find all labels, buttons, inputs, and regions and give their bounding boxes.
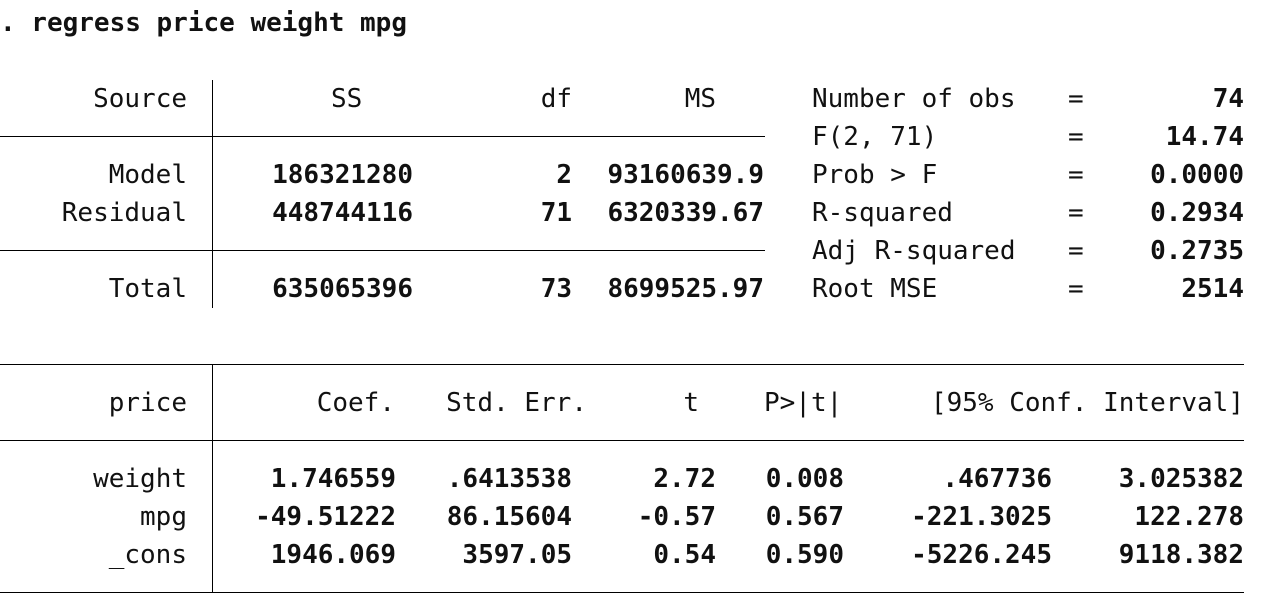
- coef-var: mpg: [140, 502, 187, 532]
- anova-ss: 186321280: [272, 160, 413, 190]
- anova-ss: 448744116: [272, 198, 413, 228]
- coef-p: 0.008: [765, 464, 844, 494]
- coef-header-coef: Coef.: [316, 388, 395, 418]
- stat-equals: =: [1068, 198, 1084, 228]
- anova-vertical-rule: [212, 80, 213, 308]
- coef-value: -49.51222: [255, 502, 396, 532]
- anova-header-ss: SS: [331, 84, 363, 114]
- anova-header-df: df: [540, 84, 572, 114]
- stat-label: Number of obs: [812, 84, 1016, 114]
- stat-label: F(2, 71): [812, 122, 938, 152]
- coef-ci-high: 122.278: [1134, 502, 1244, 532]
- stat-value: 0.2735: [1150, 236, 1244, 266]
- coef-var: weight: [93, 464, 187, 494]
- stat-value: 0.0000: [1150, 160, 1244, 190]
- coef-ci-low: -221.3025: [911, 502, 1052, 532]
- stat-label: Adj R-squared: [812, 236, 1016, 266]
- anova-source: Total: [108, 274, 187, 304]
- stat-equals: =: [1068, 160, 1084, 190]
- anova-header-ms: MS: [684, 84, 716, 114]
- stat-value: 74: [1212, 84, 1244, 114]
- anova-df: 71: [540, 198, 572, 228]
- stat-label: R-squared: [812, 198, 953, 228]
- coef-header-ci: [95% Conf. Interval]: [930, 388, 1244, 418]
- anova-source: Model: [108, 160, 187, 190]
- coef-value: 1.746559: [270, 464, 396, 494]
- coef-header-rule: [0, 440, 1244, 441]
- anova-ms: 8699525.97: [607, 274, 764, 304]
- stat-equals: =: [1068, 84, 1084, 114]
- coef-header-t: t: [683, 388, 699, 418]
- coef-top-rule: [0, 364, 1244, 365]
- coef-p: 0.567: [765, 502, 844, 532]
- stat-equals: =: [1068, 236, 1084, 266]
- coef-t: 2.72: [653, 464, 716, 494]
- anova-header-rule: [0, 136, 765, 137]
- coef-header-var: price: [108, 388, 187, 418]
- anova-header-source: Source: [93, 84, 187, 114]
- coef-ci-high: 3.025382: [1118, 464, 1244, 494]
- coef-var: _cons: [108, 540, 187, 570]
- coef-t: 0.54: [653, 540, 716, 570]
- anova-ms: 6320339.67: [607, 198, 764, 228]
- anova-ms: 93160639.9: [607, 160, 764, 190]
- coef-bottom-rule: [0, 592, 1244, 593]
- coef-std-err: .6413538: [446, 464, 572, 494]
- coef-p: 0.590: [765, 540, 844, 570]
- coef-ci-high: 9118.382: [1118, 540, 1244, 570]
- stat-label: Prob > F: [812, 160, 938, 190]
- coef-header-se: Std. Err.: [446, 388, 587, 418]
- anova-df: 73: [540, 274, 572, 304]
- stat-value: 2514: [1181, 274, 1244, 304]
- anova-total-rule: [0, 250, 765, 251]
- stat-value: 14.74: [1165, 122, 1244, 152]
- stat-value: 0.2934: [1150, 198, 1244, 228]
- anova-source: Residual: [61, 198, 187, 228]
- coef-ci-low: .467736: [942, 464, 1052, 494]
- anova-df: 2: [556, 160, 572, 190]
- coef-vertical-rule: [212, 364, 213, 592]
- anova-ss: 635065396: [272, 274, 413, 304]
- stat-equals: =: [1068, 122, 1084, 152]
- stat-equals: =: [1068, 274, 1084, 304]
- coef-std-err: 86.15604: [446, 502, 572, 532]
- command-line: . regress price weight mpg: [0, 8, 407, 38]
- coef-std-err: 3597.05: [462, 540, 572, 570]
- stat-label: Root MSE: [812, 274, 938, 304]
- coef-header-p: P>|t|: [764, 388, 843, 418]
- coef-t: -0.57: [637, 502, 716, 532]
- coef-ci-low: -5226.245: [911, 540, 1052, 570]
- coef-value: 1946.069: [270, 540, 396, 570]
